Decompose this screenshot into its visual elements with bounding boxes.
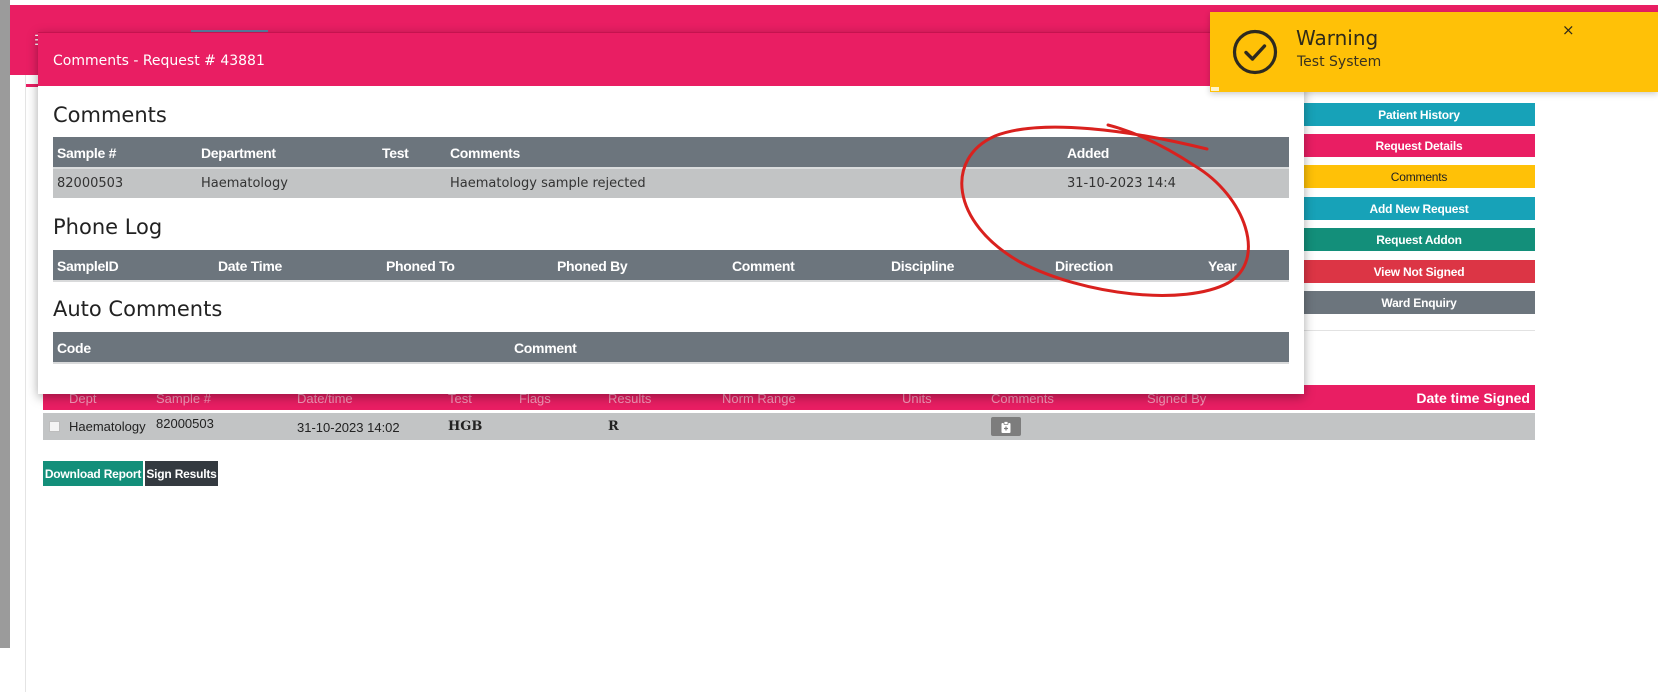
modal-title: Comments - Request # 43881 <box>53 53 265 69</box>
row-datetime: 31-10-2023 14:02 <box>297 420 400 435</box>
phone-log-section-title: Phone Log <box>53 215 163 239</box>
row-result: R <box>608 419 619 434</box>
clipboard-icon <box>1001 420 1011 433</box>
auto-comments-table-header: Code Comment <box>53 332 1289 362</box>
toast-title: Warning <box>1296 26 1379 50</box>
comments-col-comments: Comments <box>450 145 520 161</box>
phone-log-table-end <box>53 280 1289 282</box>
row-dept: Haematology <box>69 419 146 434</box>
add-new-request-button[interactable]: Add New Request <box>1303 197 1535 220</box>
request-details-button[interactable]: Request Details <box>1303 134 1535 157</box>
app-window: ☰ Patient History Request Details Commen… <box>0 0 1658 692</box>
patient-history-button[interactable]: Patient History <box>1303 103 1535 126</box>
comments-table-header: Sample # Department Test Comments Added <box>53 137 1289 167</box>
auto-comments-section-title: Auto Comments <box>53 297 223 321</box>
row-checkbox[interactable] <box>49 421 60 432</box>
sign-results-button[interactable]: Sign Results <box>145 461 218 486</box>
table-row: 82000503 Haematology Haematology sample … <box>53 167 1289 198</box>
comments-col-department: Department <box>201 145 276 161</box>
phone-col-direction: Direction <box>1055 258 1113 274</box>
comment-added: 31-10-2023 14:4 <box>1067 176 1176 191</box>
phone-col-phoned-to: Phoned To <box>386 258 455 274</box>
auto-col-comment: Comment <box>514 340 577 356</box>
phone-col-comment: Comment <box>732 258 795 274</box>
comments-col-test: Test <box>382 145 409 161</box>
toast-message: Test System <box>1297 54 1382 70</box>
phone-col-phoned-by: Phoned By <box>557 258 628 274</box>
comments-section-title: Comments <box>53 103 167 127</box>
auto-comments-table-end <box>53 362 1289 364</box>
phone-col-year: Year <box>1208 258 1237 274</box>
row-test: HGB <box>448 419 483 434</box>
download-report-button[interactable]: Download Report <box>43 461 143 486</box>
sidebar-divider <box>1303 330 1535 331</box>
col-date-time-signed: Date time Signed <box>1416 390 1530 406</box>
auto-col-code: Code <box>57 340 91 356</box>
row-comment-button[interactable] <box>991 417 1021 436</box>
request-addon-button[interactable]: Request Addon <box>1303 228 1535 251</box>
toast-progress-bar <box>1211 87 1219 91</box>
toast-close-icon[interactable]: × <box>1562 21 1575 39</box>
row-sample: 82000503 <box>156 416 214 431</box>
check-circle-icon <box>1232 29 1278 75</box>
comment-department: Haematology <box>201 176 288 191</box>
comment-sample: 82000503 <box>57 176 124 191</box>
view-not-signed-button[interactable]: View Not Signed <box>1303 260 1535 283</box>
phone-col-discipline: Discipline <box>891 258 955 274</box>
phone-col-sampleid: SampleID <box>57 258 119 274</box>
ward-enquiry-button[interactable]: Ward Enquiry <box>1303 291 1535 314</box>
comments-col-sample: Sample # <box>57 145 117 161</box>
comments-col-added: Added <box>1067 145 1110 161</box>
table-row: Haematology 82000503 31-10-2023 14:02 HG… <box>43 413 1535 440</box>
comment-text: Haematology sample rejected <box>450 176 646 191</box>
comments-button[interactable]: Comments <box>1303 165 1535 188</box>
warning-toast: Warning Test System <box>1210 12 1658 92</box>
phone-col-datetime: Date Time <box>218 258 282 274</box>
left-scroll-gutter <box>0 0 10 648</box>
comments-modal: Comments - Request # 43881 Comments Samp… <box>38 32 1304 394</box>
phone-log-table-header: SampleID Date Time Phoned To Phoned By C… <box>53 250 1289 280</box>
modal-header: Comments - Request # 43881 <box>38 32 1304 86</box>
